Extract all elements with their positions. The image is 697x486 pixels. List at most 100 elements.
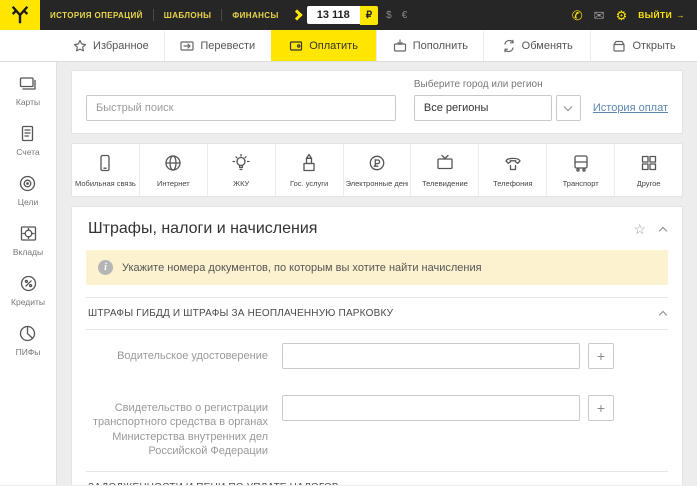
balance-arrow-icon [291, 9, 303, 21]
sidebar-item-credits[interactable]: Кредиты [11, 274, 45, 307]
tab-label: Оплатить [309, 39, 358, 52]
products-sidebar: Карты Счета Цели Вклады Кредиты ПИФы [0, 62, 57, 485]
tab-topup[interactable]: Пополнить [376, 30, 483, 61]
tab-exchange[interactable]: Обменять [483, 30, 590, 61]
add-vehicle-registration-button[interactable]: + [588, 395, 614, 421]
category-label: Интернет [156, 179, 190, 188]
menu-finances[interactable]: ФИНАНСЫ [222, 11, 288, 20]
region-select[interactable]: Все регионы [413, 95, 552, 121]
gear-icon[interactable]: ⚙ [616, 9, 628, 22]
sidebar-item-label: Счета [16, 147, 40, 157]
tab-label: Избранное [93, 39, 149, 52]
search-card: Выберите город или регион Все регионы Ис… [71, 70, 683, 134]
category-gov-services[interactable]: Гос. услуги [274, 144, 343, 196]
fines-section-card: Штрафы, налоги и начисления ☆ i Укажите … [71, 206, 683, 485]
tab-label: Пополнить [412, 39, 469, 52]
driver-license-input[interactable] [282, 343, 580, 369]
chevron-down-icon [564, 102, 573, 111]
section-header: Штрафы, налоги и начисления ☆ [86, 207, 668, 250]
add-driver-license-button[interactable]: + [588, 343, 614, 369]
open-product-icon [613, 40, 626, 52]
category-label: Мобильная связь [75, 179, 136, 188]
info-banner: i Укажите номера документов, по которым … [86, 250, 668, 285]
region-label: Выберите город или регион [413, 79, 543, 90]
sidebar-item-accounts[interactable]: Счета [16, 124, 40, 157]
logout-label: ВЫЙТИ [638, 10, 673, 20]
main-nav: Избранное Перевести Оплатить Пополнить О… [0, 30, 697, 62]
content-area: Выберите город или регион Все регионы Ис… [57, 62, 697, 485]
percent-icon [20, 275, 36, 292]
tv-icon [437, 154, 453, 170]
tab-transfer[interactable]: Перевести [163, 30, 271, 61]
subsection-taxes-header[interactable]: ЗАДОЛЖЕННОСТИ И ПЕНИ ПО УПЛАТЕ НАЛОГОВ [86, 471, 668, 485]
bus-icon [574, 155, 588, 172]
star-icon [73, 39, 87, 51]
category-transport[interactable]: Транспорт [546, 144, 614, 196]
currency-usd[interactable]: $ [381, 10, 397, 21]
tab-favorites[interactable]: Избранное [58, 30, 164, 61]
category-emoney[interactable]: Электронные деньги [342, 144, 411, 196]
tab-open[interactable]: Открыть [590, 30, 697, 61]
balance-widget[interactable]: 13 118 ₽ $ € [291, 5, 413, 25]
category-label: Телевидение [421, 179, 468, 188]
collapse-chevron-icon[interactable] [658, 226, 668, 235]
payment-history-link[interactable]: История оплат [593, 102, 668, 114]
info-banner-text: Укажите номера документов, по которым вы… [122, 261, 482, 274]
menu-history-operations[interactable]: ИСТОРИЯ ОПЕРАЦИЙ [40, 11, 153, 20]
field-label: Водительское удостоверение [117, 350, 268, 362]
category-utilities[interactable]: ЖКУ [206, 144, 275, 196]
phone-icon[interactable]: ✆ [572, 9, 583, 22]
coin-icon [369, 155, 385, 171]
category-internet[interactable]: Интернет [138, 144, 207, 196]
category-other[interactable]: Другое [614, 144, 682, 196]
sidebar-item-deposits[interactable]: Вклады [13, 224, 43, 257]
currency-rub[interactable]: ₽ [359, 5, 379, 25]
tab-pay[interactable]: Оплатить [270, 30, 377, 61]
field-label: Свидетельство о регистрации транспортног… [92, 402, 268, 457]
transfer-icon [180, 40, 194, 51]
mail-icon[interactable]: ✉ [594, 9, 605, 22]
mobile-phone-icon [100, 154, 111, 172]
sidebar-item-goals[interactable]: Цели [18, 174, 38, 207]
vehicle-registration-field-row: Свидетельство о регистрации транспортног… [86, 382, 668, 471]
subsection-title: ШТРАФЫ ГИБДД И ШТРАФЫ ЗА НЕОПЛАЧЕННУЮ ПА… [88, 308, 394, 319]
quick-search-input[interactable] [86, 95, 396, 121]
category-label: Транспорт [562, 179, 599, 188]
section-title: Штрафы, налоги и начисления [88, 220, 318, 237]
tab-label: Перевести [200, 39, 256, 52]
sidebar-item-cards[interactable]: Карты [16, 74, 40, 107]
subsection-gibdd-header[interactable]: ШТРАФЫ ГИБДД И ШТРАФЫ ЗА НЕОПЛАЧЕННУЮ ПА… [86, 297, 668, 330]
sidebar-item-label: ПИФы [15, 347, 41, 357]
lamp-icon [232, 153, 250, 171]
category-label: Телефония [493, 179, 533, 188]
balance-amount: 13 118 [306, 6, 360, 24]
tower-icon [303, 153, 315, 172]
category-tv[interactable]: Телевидение [410, 144, 478, 196]
tab-label: Обменять [521, 39, 573, 52]
category-mobile[interactable]: Мобильная связь [72, 144, 139, 196]
menu-templates[interactable]: ШАБЛОНЫ [154, 11, 222, 20]
pay-icon [290, 40, 303, 51]
vault-icon [20, 226, 36, 241]
main-area: Карты Счета Цели Вклады Кредиты ПИФы Быс… [0, 62, 697, 485]
cards-icon [20, 77, 37, 90]
favorite-star-icon[interactable]: ☆ [633, 221, 646, 238]
driver-license-field-row: Водительское удостоверение + [86, 330, 668, 382]
region-select-button[interactable] [555, 95, 581, 121]
category-label: Другое [636, 179, 661, 188]
categories-card: Мобильная связь Интернет ЖКУ Гос. услуги… [71, 143, 683, 197]
topbar: ИСТОРИЯ ОПЕРАЦИЙ ШАБЛОНЫ ФИНАНСЫ 13 118 … [0, 0, 697, 30]
vehicle-registration-input[interactable] [282, 395, 580, 421]
currency-eur[interactable]: € [397, 10, 413, 21]
category-telephony[interactable]: Телефония [478, 144, 546, 196]
logout-button[interactable]: ВЫЙТИ → [638, 10, 685, 20]
target-icon [20, 175, 36, 192]
globe-icon [165, 155, 181, 171]
category-label: Гос. услуги [290, 179, 329, 188]
sidebar-item-funds[interactable]: ПИФы [15, 324, 41, 357]
sidebar-item-label: Кредиты [11, 297, 45, 307]
raiffeisen-logo[interactable] [0, 0, 40, 30]
raiffeisen-logo-icon [11, 5, 29, 24]
info-icon: i [98, 260, 113, 275]
sidebar-item-label: Цели [17, 197, 39, 207]
